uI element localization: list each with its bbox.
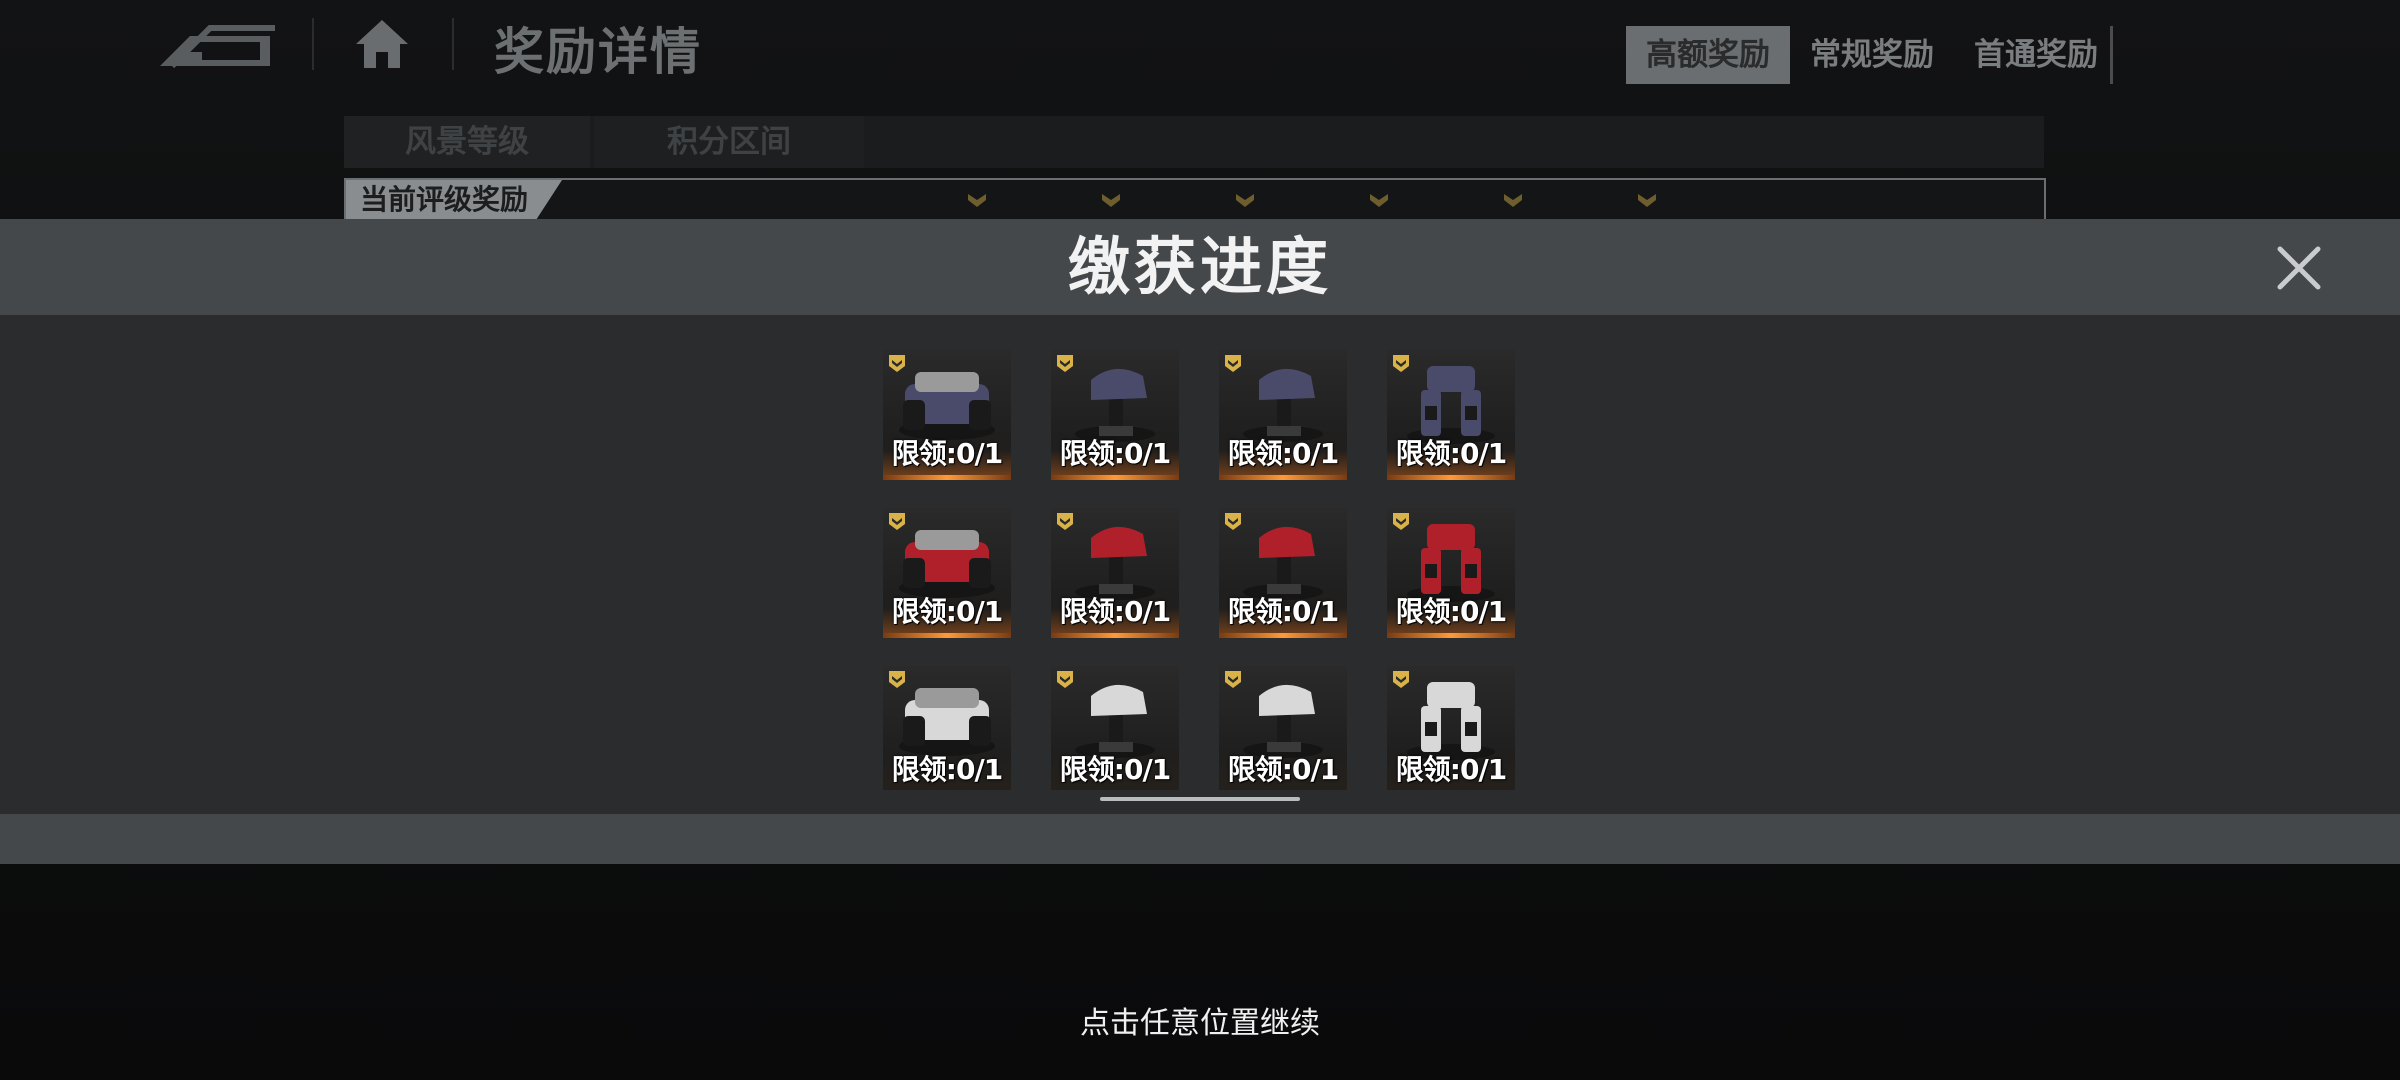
modal-footer xyxy=(0,814,2400,864)
rank-chevron-icon xyxy=(1236,194,1254,207)
rarity-bar xyxy=(1219,475,1347,480)
claim-limit-label: 限领:0/1 xyxy=(1395,437,1507,470)
reward-item[interactable]: 限领:0/1 xyxy=(883,350,1011,480)
claim-limit-label: 限领:0/1 xyxy=(891,437,1003,470)
column-header-scenery-level: 风景等级 xyxy=(344,116,590,168)
tab-regular-reward[interactable]: 常规奖励 xyxy=(1790,26,1954,84)
rank-badge-icon xyxy=(1057,355,1073,372)
tab-high-reward[interactable]: 高额奖励 xyxy=(1626,26,1790,84)
rarity-bar xyxy=(883,475,1011,480)
reward-item[interactable]: 限领:0/1 xyxy=(1219,508,1347,638)
claim-limit-label: 限领:0/1 xyxy=(1395,595,1507,628)
claim-limit-label: 限领:0/1 xyxy=(1227,753,1339,786)
rank-badge-icon xyxy=(889,513,905,530)
divider xyxy=(312,18,314,70)
divider xyxy=(452,18,454,70)
rank-badge-icon xyxy=(1393,513,1409,530)
reward-item[interactable]: 限领:0/1 xyxy=(1051,350,1179,480)
reward-item[interactable]: 限领:0/1 xyxy=(1219,666,1347,790)
reward-item[interactable]: 限领:0/1 xyxy=(883,508,1011,638)
rarity-bar xyxy=(1051,475,1179,480)
modal-header: 缴获进度 xyxy=(0,219,2400,315)
reward-item[interactable]: 限领:0/1 xyxy=(1051,508,1179,638)
claim-limit-label: 限领:0/1 xyxy=(1227,437,1339,470)
reward-item[interactable]: 限领:0/1 xyxy=(1387,350,1515,480)
current-rank-reward-bar: 当前评级奖励 xyxy=(344,178,2046,220)
rank-chevron-icon xyxy=(1102,194,1120,207)
rarity-bar xyxy=(1219,633,1347,638)
claim-limit-label: 限领:0/1 xyxy=(1059,753,1171,786)
reward-item[interactable]: 限领:0/1 xyxy=(1387,508,1515,638)
rank-badge-icon xyxy=(1225,513,1241,530)
modal-title: 缴获进度 xyxy=(1067,230,1332,303)
claim-limit-label: 限领:0/1 xyxy=(1059,437,1171,470)
rank-badge-icon xyxy=(1393,355,1409,372)
top-bar: 奖励详情 高额奖励 常规奖励 首通奖励 xyxy=(0,0,2400,110)
column-header-score-range: 积分区间 xyxy=(594,116,864,168)
reward-item[interactable]: 限领:0/1 xyxy=(1051,666,1179,790)
rank-badge-icon xyxy=(889,671,905,688)
rank-badge-icon xyxy=(1057,671,1073,688)
rarity-bar xyxy=(1387,475,1515,480)
home-icon[interactable] xyxy=(352,16,412,72)
table-header: 风景等级 积分区间 xyxy=(344,116,2044,168)
rank-badge-icon xyxy=(1225,671,1241,688)
tab-first-clear-reward[interactable]: 首通奖励 xyxy=(1954,26,2118,84)
rank-badge-icon xyxy=(1393,671,1409,688)
reward-tabs: 高额奖励 常规奖励 首通奖励 xyxy=(1626,26,2118,84)
claim-limit-label: 限领:0/1 xyxy=(891,595,1003,628)
claim-limit-label: 限领:0/1 xyxy=(1059,595,1171,628)
rank-badge-icon xyxy=(1057,513,1073,530)
current-rank-reward-label: 当前评级奖励 xyxy=(346,180,562,220)
close-icon[interactable] xyxy=(2274,243,2324,293)
rank-badge-icon xyxy=(1225,355,1241,372)
back-arrow-icon[interactable] xyxy=(150,18,275,70)
rank-chevron-icon xyxy=(1638,194,1656,207)
continue-hint[interactable]: 点击任意位置继续 xyxy=(0,998,2400,1042)
capture-progress-grid: 限领:0/1 限领:0/1 限领:0/1 限领:0/1 限领:0/1 限领:0/1 限领:0… xyxy=(883,350,1517,790)
rank-chevron-icon xyxy=(1370,194,1388,207)
rank-chevron-icon xyxy=(1504,194,1522,207)
rarity-bar xyxy=(1051,633,1179,638)
reward-item[interactable]: 限领:0/1 xyxy=(1219,350,1347,480)
claim-limit-label: 限领:0/1 xyxy=(1395,753,1507,786)
rarity-bar xyxy=(883,633,1011,638)
rarity-bar xyxy=(1387,633,1515,638)
rank-chevron-icon xyxy=(968,194,986,207)
reward-item[interactable]: 限领:0/1 xyxy=(883,666,1011,790)
rank-badge-icon xyxy=(889,355,905,372)
divider xyxy=(2110,26,2113,84)
page-title: 奖励详情 xyxy=(494,23,702,81)
reward-item[interactable]: 限领:0/1 xyxy=(1387,666,1515,790)
claim-limit-label: 限领:0/1 xyxy=(891,753,1003,786)
scroll-indicator[interactable] xyxy=(1100,797,1300,801)
claim-limit-label: 限领:0/1 xyxy=(1227,595,1339,628)
